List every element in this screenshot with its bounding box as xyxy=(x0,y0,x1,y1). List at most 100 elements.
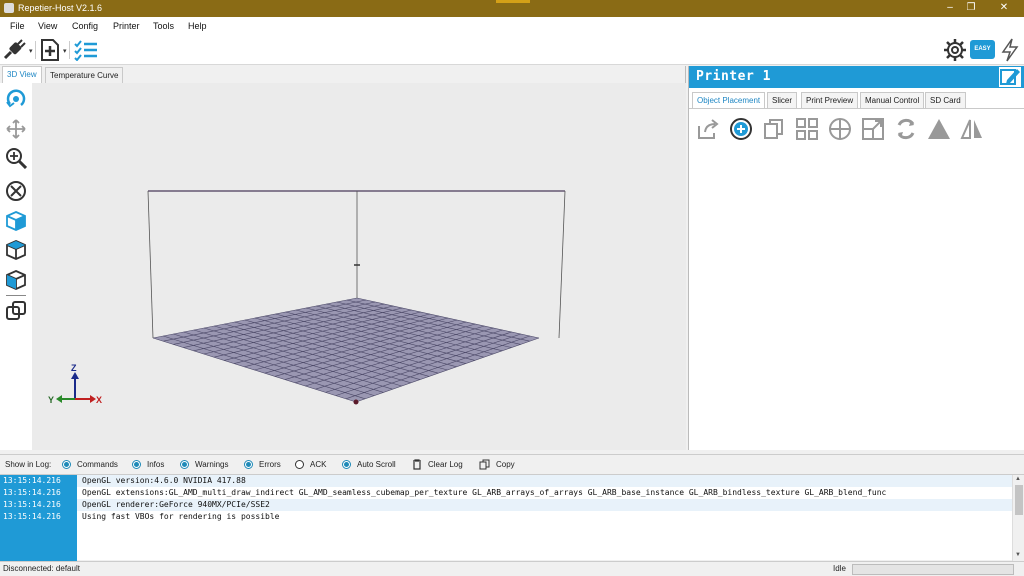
filter-ack-label[interactable]: ACK xyxy=(310,460,326,469)
status-bar: Disconnected: default Idle xyxy=(0,561,1024,576)
menu-bar: File View Config Printer Tools Help xyxy=(0,17,1024,35)
tab-3d-view[interactable]: 3D View xyxy=(2,66,42,83)
copy-log-icon[interactable] xyxy=(479,459,490,470)
log-message: Using fast VBOs for rendering is possibl… xyxy=(82,512,280,521)
tab-print-preview[interactable]: Print Preview xyxy=(801,92,859,108)
auto-scroll-label[interactable]: Auto Scroll xyxy=(357,460,396,469)
show-in-log-label: Show in Log: xyxy=(5,460,52,469)
menu-view[interactable]: View xyxy=(38,21,57,31)
object-list-icon[interactable] xyxy=(73,39,99,62)
parallel-view-icon[interactable] xyxy=(5,300,27,322)
toolbar-separator xyxy=(69,41,70,59)
scroll-up-icon[interactable]: ▲ xyxy=(1015,476,1021,482)
emergency-stop-icon[interactable] xyxy=(999,38,1021,62)
side-view-icon[interactable] xyxy=(5,269,27,291)
axis-label-z: Z xyxy=(71,363,77,373)
clear-log-button[interactable]: Clear Log xyxy=(428,460,463,469)
printer-header: Printer 1 xyxy=(689,66,1024,88)
menu-tools[interactable]: Tools xyxy=(153,21,174,31)
log-message: OpenGL version:4.6.0 NVIDIA 417.88 xyxy=(82,476,246,485)
axis-label-y: Y xyxy=(48,395,54,405)
fit-view-icon[interactable] xyxy=(5,180,27,202)
menu-help[interactable]: Help xyxy=(188,21,207,31)
scale-icon[interactable] xyxy=(861,117,885,141)
tab-manual-control[interactable]: Manual Control xyxy=(860,92,925,108)
tab-object-placement[interactable]: Object Placement xyxy=(692,92,766,108)
gear-icon[interactable] xyxy=(943,38,967,62)
filter-errors-label[interactable]: Errors xyxy=(259,460,281,469)
log-time: 13:15:14.216 xyxy=(3,488,61,497)
filter-commands-label[interactable]: Commands xyxy=(77,460,118,469)
connect-icon[interactable] xyxy=(2,38,28,62)
title-accent xyxy=(496,0,530,3)
center-icon[interactable] xyxy=(828,117,852,141)
window-title: Repetier-Host V2.1.6 xyxy=(18,3,103,13)
log-filter-bar: Show in Log: Commands Infos Warnings Err… xyxy=(0,454,1024,474)
scrollbar-thumb[interactable] xyxy=(1015,485,1023,515)
move-icon[interactable] xyxy=(5,118,27,140)
progress-bar xyxy=(852,564,1014,575)
view-pane: 3D View Temperature Curve Z Y X xyxy=(0,66,686,450)
view-toolbar xyxy=(0,83,32,450)
tab-slicer[interactable]: Slicer xyxy=(767,92,798,108)
copy-log-button[interactable]: Copy xyxy=(496,460,515,469)
title-bar: Repetier-Host V2.1.6 – ❐ ✕ xyxy=(0,0,1024,17)
connection-status: Disconnected: default xyxy=(3,564,80,573)
print-bed xyxy=(153,298,539,402)
log-time: 13:15:14.216 xyxy=(3,500,61,509)
filter-errors-checkbox[interactable] xyxy=(244,460,253,469)
filter-infos-checkbox[interactable] xyxy=(132,460,141,469)
tab-sd-card[interactable]: SD Card xyxy=(925,92,966,108)
menu-printer[interactable]: Printer xyxy=(113,21,140,31)
trash-icon[interactable] xyxy=(412,459,422,470)
mirror-icon[interactable] xyxy=(960,117,984,141)
close-icon[interactable]: ✕ xyxy=(997,2,1011,14)
auto-scroll-checkbox[interactable] xyxy=(342,460,351,469)
3d-viewport[interactable]: Z Y X xyxy=(32,83,686,450)
view-toolbar-separator xyxy=(6,295,26,296)
log-message: OpenGL renderer:GeForce 940MX/PCIe/SSE2 xyxy=(82,500,270,509)
printer-state: Idle xyxy=(833,564,846,573)
rotate-object-icon[interactable] xyxy=(894,117,918,141)
minimize-icon[interactable]: – xyxy=(943,2,957,14)
printer-name: Printer 1 xyxy=(696,69,771,84)
filter-warnings-label[interactable]: Warnings xyxy=(195,460,229,469)
axis-label-x: X xyxy=(96,395,102,405)
add-icon[interactable] xyxy=(729,117,753,141)
autoposition-icon[interactable] xyxy=(795,117,819,141)
copy-icon[interactable] xyxy=(762,117,786,141)
log-panel[interactable]: 13:15:14.216 OpenGL version:4.6.0 NVIDIA… xyxy=(0,474,1024,561)
app-icon xyxy=(4,3,14,13)
filter-commands-checkbox[interactable] xyxy=(62,460,71,469)
filter-ack-checkbox[interactable] xyxy=(295,460,304,469)
print-volume-scene: Z Y X xyxy=(48,190,566,405)
zoom-icon[interactable] xyxy=(5,147,28,170)
toolbar-separator xyxy=(35,41,36,59)
tab-temperature-curve[interactable]: Temperature Curve xyxy=(45,67,124,83)
easy-mode-label: EASY xyxy=(974,46,991,52)
top-view-icon[interactable] xyxy=(5,239,27,261)
log-scrollbar[interactable]: ▲ ▼ xyxy=(1012,475,1024,561)
cut-icon[interactable] xyxy=(927,117,951,141)
export-icon[interactable] xyxy=(696,117,720,141)
log-message: OpenGL extensions:GL_AMD_multi_draw_indi… xyxy=(82,488,887,497)
filter-warnings-checkbox[interactable] xyxy=(180,460,189,469)
menu-config[interactable]: Config xyxy=(72,21,98,31)
axis-gizmo: Z Y X xyxy=(48,363,102,405)
add-object-icon[interactable] xyxy=(38,38,62,62)
add-object-dropdown-icon[interactable]: ▾ xyxy=(63,47,67,55)
filter-infos-label[interactable]: Infos xyxy=(147,460,164,469)
printer-pane: Printer 1 Object Placement Slicer Print … xyxy=(688,66,1024,450)
log-time: 13:15:14.216 xyxy=(3,512,61,521)
menu-file[interactable]: File xyxy=(10,21,25,31)
connect-dropdown-icon[interactable]: ▾ xyxy=(29,47,33,55)
front-view-icon[interactable] xyxy=(5,210,27,232)
log-time: 13:15:14.216 xyxy=(3,476,61,485)
tab-divider xyxy=(689,108,1024,109)
edit-printer-icon[interactable] xyxy=(999,67,1021,87)
scroll-down-icon[interactable]: ▼ xyxy=(1015,552,1021,558)
print-bed-grid xyxy=(152,297,540,403)
rotate-icon[interactable] xyxy=(5,88,27,110)
easy-mode-icon[interactable]: EASY xyxy=(970,40,995,59)
restore-icon[interactable]: ❐ xyxy=(964,2,978,14)
